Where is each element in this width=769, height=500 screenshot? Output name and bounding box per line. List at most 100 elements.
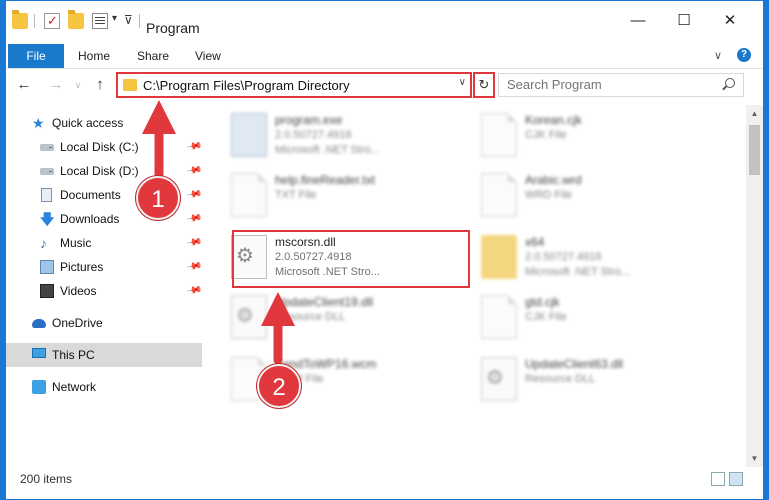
list-item[interactable]: gtd.cjk CJK File: [473, 289, 703, 345]
document-icon: [231, 173, 267, 217]
sidebar-item-local-disk-c[interactable]: Local Disk (C:) 📌: [6, 135, 202, 159]
pin-icon[interactable]: 📌: [186, 282, 203, 298]
file-name: gtd.cjk: [525, 295, 560, 309]
vertical-scrollbar[interactable]: ▲ ▼: [746, 105, 763, 467]
details-view-icon[interactable]: [711, 472, 725, 486]
pin-icon[interactable]: 📌: [186, 186, 203, 202]
document-icon: [481, 173, 517, 217]
search-icon[interactable]: [725, 78, 735, 88]
sidebar-item-network[interactable]: Network: [6, 375, 202, 399]
file-description: Microsoft .NET Stro...: [275, 144, 380, 156]
forward-button[interactable]: →: [46, 75, 66, 95]
sidebar-item-label: Pictures: [60, 260, 104, 274]
sidebar-item-label: OneDrive: [52, 316, 103, 330]
sidebar-item-label: Local Disk (D:): [60, 164, 139, 178]
dll-gear-icon: [481, 357, 517, 401]
tab-file[interactable]: File: [8, 44, 64, 68]
cloud-icon: [32, 319, 46, 328]
sidebar-item-this-pc[interactable]: This PC: [6, 343, 202, 367]
tab-home[interactable]: Home: [70, 45, 118, 69]
file-name: UpdateClient63.dll: [525, 357, 624, 371]
up-button[interactable]: ↑: [90, 75, 110, 95]
address-dropdown-icon[interactable]: ∨: [459, 77, 466, 88]
sidebar-item-label: Quick access: [52, 116, 124, 130]
file-explorer-window: ▾ ⊽ Program — ☐ ✕ File Home Share View ∨…: [0, 0, 769, 500]
sidebar-item-label: Downloads: [60, 212, 120, 226]
search-input[interactable]: [507, 77, 707, 92]
close-button[interactable]: ✕: [710, 8, 750, 34]
window-title: Program: [146, 20, 200, 36]
list-item[interactable]: program.exe 2.0.50727.4918 Microsoft .NE…: [223, 107, 453, 163]
expand-ribbon-icon[interactable]: ∨: [714, 49, 722, 62]
customize-toolbar-caret-icon[interactable]: ▾: [112, 13, 117, 24]
file-name: program.exe: [275, 113, 343, 127]
navigation-pane: ★ Quick access Local Disk (C:) 📌 Local D…: [6, 105, 202, 467]
list-item[interactable]: Arabic.wrd WRD File: [473, 167, 703, 223]
sidebar-item-label: Documents: [60, 188, 121, 202]
sidebar-item-music[interactable]: ♪ Music 📌: [6, 231, 202, 255]
maximize-button[interactable]: ☐: [664, 8, 704, 34]
list-item[interactable]: Korean.cjk CJK File: [473, 107, 703, 163]
sidebar-item-onedrive[interactable]: OneDrive: [6, 311, 202, 335]
status-bar: 200 items: [6, 469, 763, 489]
scroll-thumb[interactable]: [749, 125, 760, 175]
quick-access-dropdown-icon[interactable]: ⊽: [124, 13, 133, 27]
file-version: 2.0.50727.4918: [275, 129, 352, 141]
back-button[interactable]: ←: [14, 75, 34, 95]
title-bar: ▾ ⊽ Program — ☐ ✕: [6, 1, 763, 41]
sidebar-item-quick-access[interactable]: ★ Quick access: [6, 111, 202, 135]
file-type: Resource DLL: [275, 311, 346, 323]
properties-check-icon[interactable]: [44, 13, 60, 29]
address-row: ← → ∨ ↑ C:\Program Files\Program Directo…: [6, 69, 763, 103]
pin-icon[interactable]: 📌: [186, 162, 203, 178]
list-item[interactable]: UpdateClient63.dll Resource DLL: [473, 351, 703, 407]
large-icons-view-icon[interactable]: [729, 472, 743, 486]
pin-icon[interactable]: 📌: [186, 210, 203, 226]
separator: [34, 14, 35, 28]
file-type: TXT File: [275, 189, 317, 201]
pin-icon[interactable]: 📌: [186, 258, 203, 274]
step-2-callout: 2: [257, 364, 301, 408]
scroll-up-icon[interactable]: ▲: [746, 105, 763, 122]
star-icon: ★: [32, 115, 45, 131]
sidebar-item-videos[interactable]: Videos 📌: [6, 279, 202, 303]
file-type: WRD File: [525, 189, 573, 201]
folder-icon[interactable]: [12, 10, 28, 29]
tab-share[interactable]: Share: [129, 45, 177, 69]
document-icon: [481, 295, 517, 339]
refresh-button[interactable]: ↻: [473, 72, 495, 98]
download-icon: 🡇: [40, 211, 55, 227]
file-name: Arabic.wrd: [525, 173, 582, 187]
file-version: 2.0.50727.4918: [525, 251, 602, 263]
address-path[interactable]: C:\Program Files\Program Directory: [143, 78, 350, 93]
sidebar-item-label: Videos: [60, 284, 97, 298]
view-properties-icon[interactable]: [92, 13, 108, 29]
new-folder-icon[interactable]: [68, 10, 84, 29]
network-icon: [32, 380, 46, 394]
pin-icon[interactable]: 📌: [186, 234, 203, 250]
minimize-button[interactable]: —: [618, 8, 658, 34]
pin-icon[interactable]: 📌: [186, 138, 203, 154]
sidebar-item-pictures[interactable]: Pictures 📌: [6, 255, 202, 279]
highlight-box: [232, 230, 470, 288]
search-box[interactable]: [498, 73, 744, 97]
computer-icon: [32, 348, 46, 358]
sidebar-item-label: Network: [52, 380, 97, 394]
file-name: x64: [525, 235, 545, 249]
list-item[interactable]: UpdateClient19.dll Resource DLL: [223, 289, 453, 345]
separator: [139, 14, 140, 28]
recent-locations-caret-icon[interactable]: ∨: [68, 75, 88, 95]
help-button[interactable]: ?: [737, 48, 751, 62]
ribbon-tabs: File Home Share View ∨ ?: [6, 41, 763, 69]
scroll-down-icon[interactable]: ▼: [746, 450, 763, 467]
list-item[interactable]: help.fineReader.txt TXT File: [223, 167, 453, 223]
address-bar[interactable]: C:\Program Files\Program Directory ∨: [116, 72, 472, 98]
tab-view[interactable]: View: [187, 45, 229, 69]
sidebar-item-local-disk-d[interactable]: Local Disk (D:) 📌: [6, 159, 202, 183]
list-item[interactable]: x64 2.0.50727.4918 Microsoft .NET Stro..…: [473, 229, 703, 285]
file-type: Resource DLL: [525, 373, 596, 385]
videos-icon: [40, 284, 54, 298]
file-name: UpdateClient19.dll: [275, 295, 374, 309]
exe-icon: [231, 113, 267, 157]
file-type: CJK File: [525, 311, 567, 323]
